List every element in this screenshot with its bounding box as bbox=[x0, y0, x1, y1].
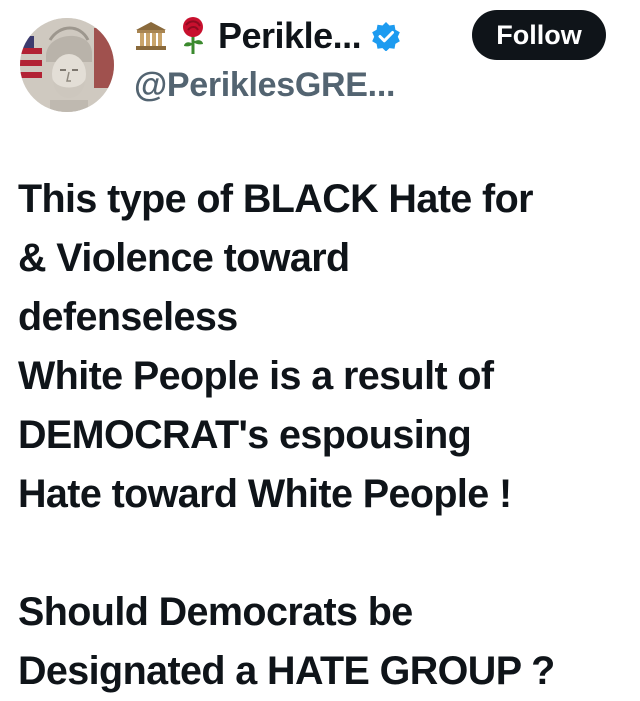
avatar-image bbox=[20, 18, 114, 112]
rose-icon bbox=[178, 16, 208, 56]
verified-badge-icon bbox=[371, 21, 401, 51]
tweet-line: defenseless bbox=[18, 295, 238, 339]
tweet-text: This type of BLACK Hate for & Violence t… bbox=[18, 170, 630, 701]
tweet-line: Should Democrats be bbox=[18, 590, 413, 634]
tweet-header: Perikle... @PeriklesGRE... Follow bbox=[0, 0, 640, 130]
paragraph-break bbox=[18, 524, 630, 583]
follow-button[interactable]: Follow bbox=[472, 10, 606, 60]
author-name-row[interactable]: Perikle... bbox=[134, 14, 401, 58]
tweet-line: DEMOCRAT's espousing bbox=[18, 413, 472, 457]
author-handle[interactable]: @PeriklesGRE... bbox=[134, 66, 395, 105]
tweet-line: Hate toward White People ! bbox=[18, 472, 512, 516]
tweet-line: White People is a result of bbox=[18, 354, 494, 398]
classical-building-icon bbox=[134, 19, 168, 53]
tweet-line: & Violence toward bbox=[18, 236, 350, 280]
author-display-name[interactable]: Perikle... bbox=[218, 15, 362, 57]
tweet-line: This type of BLACK Hate for bbox=[18, 177, 533, 221]
avatar[interactable] bbox=[20, 18, 114, 112]
tweet-line: Designated a HATE GROUP ? bbox=[18, 649, 555, 693]
